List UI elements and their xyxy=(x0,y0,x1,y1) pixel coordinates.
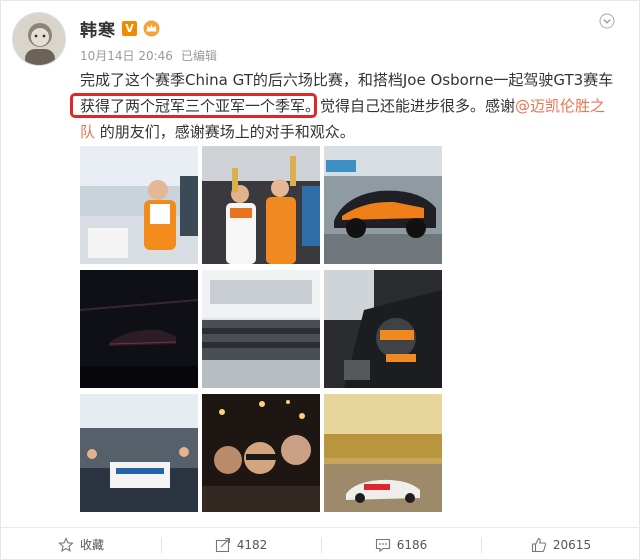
post-text-line-3: 队 的朋友们，感谢赛场上的对手和观众。 xyxy=(80,119,625,145)
photo-thumbnail[interactable] xyxy=(202,146,320,264)
repost-button[interactable]: 4182 xyxy=(161,528,321,560)
photo-thumbnail[interactable] xyxy=(80,146,198,264)
edited-label[interactable]: 已编辑 xyxy=(181,47,217,64)
like-button[interactable]: 20615 xyxy=(481,528,640,560)
photo-thumbnail[interactable] xyxy=(202,270,320,388)
post-text: 完成了这个赛季China GT的后六场比赛，和搭档Joe Osborne一起驾驶… xyxy=(80,67,625,145)
post-text-fragment: 觉得自己还能进步很多。感谢 xyxy=(320,97,516,115)
repost-count: 4182 xyxy=(236,537,268,552)
avatar[interactable] xyxy=(12,12,66,66)
action-bar: 收藏 4182 6186 20615 xyxy=(1,527,640,560)
comment-button[interactable]: 6186 xyxy=(321,528,481,560)
mention-link-continued[interactable]: 队 xyxy=(80,123,95,141)
photo-grid xyxy=(80,146,442,513)
favorite-button[interactable]: 收藏 xyxy=(1,528,161,560)
photo-thumbnail[interactable] xyxy=(80,270,198,388)
photo-thumbnail[interactable] xyxy=(324,146,442,264)
post-text-fragment-end: 的朋友们，感谢赛场上的对手和观众。 xyxy=(99,123,355,141)
photo-thumbnail[interactable] xyxy=(80,394,198,512)
comment-icon xyxy=(375,538,390,552)
post-text-line-2: 获得了两个冠军三个亚军一个季军。觉得自己还能进步很多。感谢@迈凯伦胜之 xyxy=(80,93,625,119)
highlighted-text: 获得了两个冠军三个亚军一个季军。 xyxy=(80,97,321,115)
favorite-label: 收藏 xyxy=(79,538,104,552)
photo-thumbnail[interactable] xyxy=(202,394,320,512)
photo-thumbnail[interactable] xyxy=(324,270,442,388)
star-icon xyxy=(58,536,74,552)
thumbs-up-icon xyxy=(531,537,547,552)
author-name[interactable]: 韩寒 xyxy=(80,16,116,41)
author-row: 韩寒 V xyxy=(80,16,160,41)
share-icon xyxy=(215,537,230,552)
weibo-post-card: 韩寒 V 10月14日 20:46 已编辑 完成了这个赛季China GT的后六… xyxy=(0,0,640,560)
post-date[interactable]: 10月14日 20:46 xyxy=(80,47,173,64)
comment-count: 6186 xyxy=(396,537,428,552)
photo-thumbnail[interactable] xyxy=(324,394,442,512)
chevron-down-icon[interactable] xyxy=(599,13,615,29)
like-count: 20615 xyxy=(552,537,592,552)
post-text-line-1: 完成了这个赛季China GT的后六场比赛，和搭档Joe Osborne一起驾驶… xyxy=(80,71,614,89)
post-meta: 10月14日 20:46 已编辑 xyxy=(80,47,217,64)
crown-icon xyxy=(143,20,160,36)
verified-badge: V xyxy=(122,20,137,36)
mention-link[interactable]: @迈凯伦胜之 xyxy=(515,97,605,115)
